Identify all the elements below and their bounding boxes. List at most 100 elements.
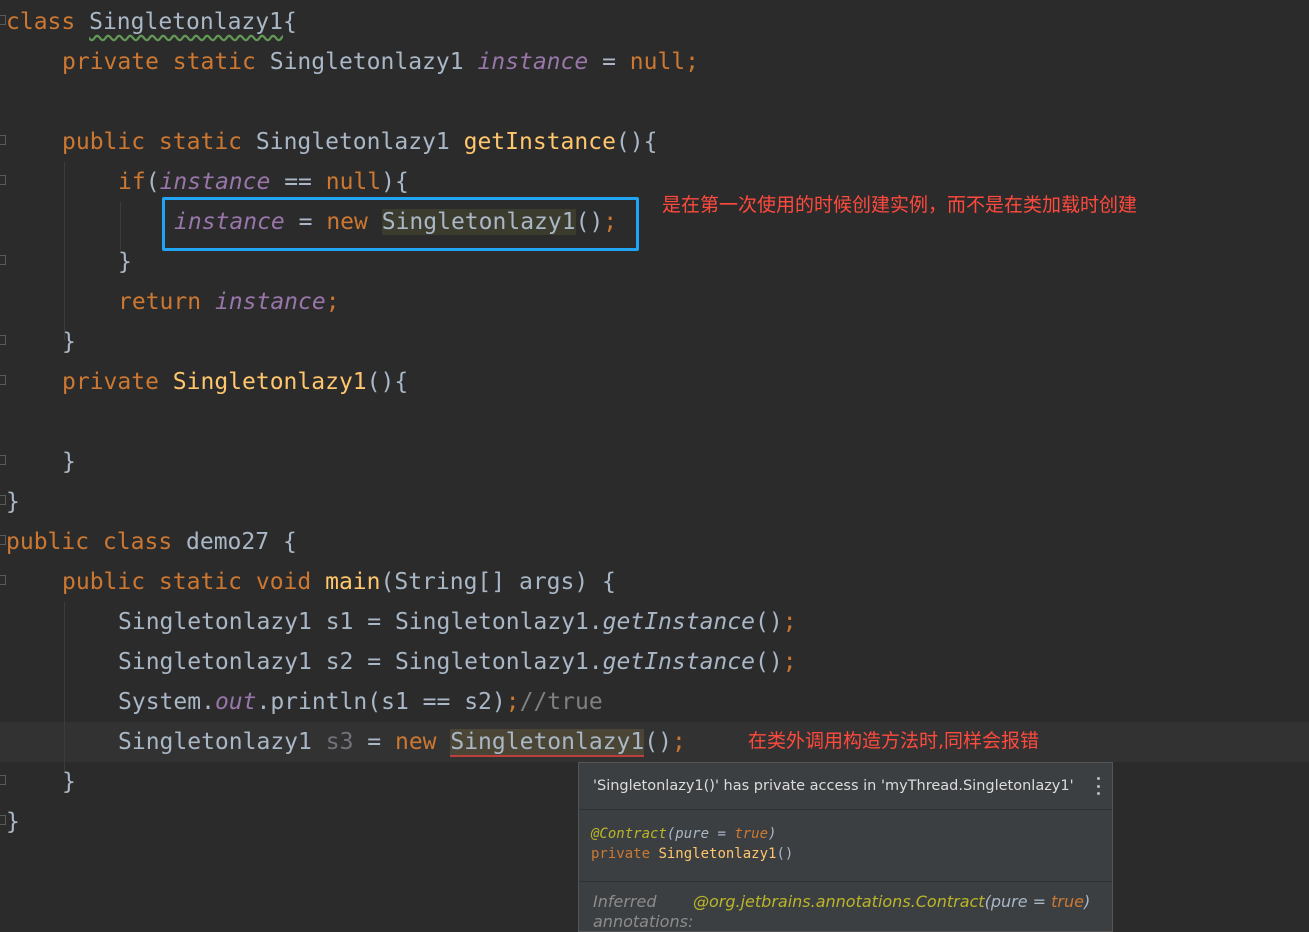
code-token: } xyxy=(6,489,20,515)
code-token: == xyxy=(270,169,326,195)
code-token: public class xyxy=(6,529,187,555)
code-token: new xyxy=(394,729,451,755)
code-text: private Singletonlazy1(){ xyxy=(62,362,408,402)
code-token: instance xyxy=(477,49,589,75)
code-token: if xyxy=(118,169,146,195)
inferred-param: pure = xyxy=(990,892,1052,911)
code-token: Singletonlazy1 xyxy=(172,369,367,395)
code-token: Singletonlazy1 xyxy=(255,129,464,155)
code-text: } xyxy=(6,802,20,842)
code-line[interactable]: } xyxy=(0,322,1309,362)
code-token: return xyxy=(118,289,215,315)
code-text: public class demo27 { xyxy=(6,522,297,562)
code-line[interactable]: Singletonlazy1 s2 = Singletonlazy1.getIn… xyxy=(0,642,1309,682)
code-token: = xyxy=(353,729,395,755)
code-token: ; xyxy=(325,289,340,315)
code-text: public static Singletonlazy1 getInstance… xyxy=(62,122,657,162)
inferred-param-value: true xyxy=(1051,892,1084,911)
code-line[interactable]: } xyxy=(0,482,1309,522)
inferred-annotation: @org.jetbrains.annotations.Contract xyxy=(693,892,985,911)
code-token: () xyxy=(644,729,672,755)
paren: ) xyxy=(768,826,777,842)
code-token: Singletonlazy1 xyxy=(118,729,326,755)
code-text: } xyxy=(62,442,76,482)
method-signature: @Contract(pure = true) private Singleton… xyxy=(579,810,1112,882)
code-text: Singletonlazy1 s3 = new Singletonlazy1()… xyxy=(118,722,686,762)
code-token: demo27 { xyxy=(186,529,297,555)
code-token: ; xyxy=(782,649,797,675)
signature-decl-line: private Singletonlazy1() xyxy=(591,844,1100,864)
code-token: Singletonlazy1 xyxy=(89,9,283,35)
error-tooltip-popup[interactable]: 'Singletonlazy1()' has private access in… xyxy=(578,762,1113,932)
annotation-note-private-ctor-error: 在类外调用构造方法时,同样会报错 xyxy=(748,730,1040,752)
code-line[interactable]: Singletonlazy1 s1 = Singletonlazy1.getIn… xyxy=(0,602,1309,642)
param-value: true xyxy=(734,826,769,842)
code-token: ; xyxy=(782,609,797,635)
code-token: getInstance xyxy=(463,129,616,155)
code-token: //true xyxy=(519,689,603,715)
code-line[interactable]: Singletonlazy1 s3 = new Singletonlazy1()… xyxy=(0,722,1309,762)
code-token: private static xyxy=(62,49,270,75)
code-token: class xyxy=(6,9,90,35)
code-token: s3 xyxy=(325,729,354,755)
code-text: private static Singletonlazy1 instance =… xyxy=(62,42,699,82)
inferred-value[interactable]: @org.jetbrains.annotations.Contract(pure… xyxy=(693,892,1090,912)
code-line[interactable]: private Singletonlazy1(){ xyxy=(0,362,1309,402)
code-token: ; xyxy=(505,689,520,715)
code-line[interactable]: } xyxy=(0,442,1309,482)
code-token: } xyxy=(62,769,76,795)
code-token: instance xyxy=(159,169,271,195)
code-token: = xyxy=(588,49,630,75)
code-line[interactable]: public static void main(String[] args) { xyxy=(0,562,1309,602)
annotation-note-lazy-init: 是在第一次使用的时候创建实例，而不是在类加载时创建 xyxy=(662,194,1138,216)
code-line[interactable]: return instance; xyxy=(0,282,1309,322)
highlight-box xyxy=(162,197,639,251)
code-token: (){ xyxy=(615,129,658,155)
code-token: } xyxy=(118,249,132,275)
code-line[interactable] xyxy=(0,402,1309,442)
equals: = xyxy=(709,826,735,842)
error-message: 'Singletonlazy1()' has private access in… xyxy=(579,763,1112,810)
paren: ) xyxy=(1083,892,1091,911)
code-line[interactable] xyxy=(0,82,1309,122)
code-line[interactable]: public static Singletonlazy1 getInstance… xyxy=(0,122,1309,162)
code-token: Singletonlazy1 xyxy=(269,49,478,75)
code-text: Singletonlazy1 s1 = Singletonlazy1.getIn… xyxy=(118,602,797,642)
parens: () xyxy=(776,846,794,862)
code-token: ){ xyxy=(381,169,409,195)
indent-guide xyxy=(64,602,65,772)
inferred-annotations: Inferred annotations: @org.jetbrains.ann… xyxy=(579,882,1112,932)
code-text: System.out.println(s1 == s2);//true xyxy=(118,682,603,722)
code-token: Singletonlazy1 xyxy=(450,729,645,757)
code-token: ( xyxy=(145,169,160,195)
code-token: Singletonlazy1 s2 = Singletonlazy1. xyxy=(118,649,603,675)
contract-annotation[interactable]: @Contract xyxy=(591,826,667,842)
code-token: { xyxy=(282,9,297,35)
code-token: } xyxy=(6,809,20,835)
code-text: } xyxy=(6,482,20,522)
code-token: ; xyxy=(685,49,700,75)
more-vertical-icon[interactable] xyxy=(1096,777,1100,795)
code-token: (String[] args) { xyxy=(380,569,616,595)
param-name: pure xyxy=(675,826,710,842)
code-token: private xyxy=(62,369,173,395)
code-text: Singletonlazy1 s2 = Singletonlazy1.getIn… xyxy=(118,642,797,682)
code-token: public static xyxy=(62,129,256,155)
code-token: Singletonlazy1 s1 = Singletonlazy1. xyxy=(118,609,603,635)
code-token: getInstance xyxy=(602,649,755,675)
code-text: class Singletonlazy1{ xyxy=(6,2,297,42)
code-line[interactable]: System.out.println(s1 == s2);//true xyxy=(0,682,1309,722)
code-text: if(instance == null){ xyxy=(118,162,409,202)
error-message-text: 'Singletonlazy1()' has private access in… xyxy=(593,778,1074,794)
indent-guide xyxy=(64,162,65,340)
inferred-label: Inferred annotations: xyxy=(593,892,694,931)
code-token: instance xyxy=(214,289,326,315)
code-token: main xyxy=(325,569,381,595)
code-line[interactable]: private static Singletonlazy1 instance =… xyxy=(0,42,1309,82)
code-token: () xyxy=(754,609,783,635)
code-token: null xyxy=(325,169,382,195)
code-token: } xyxy=(62,449,76,475)
code-line[interactable]: class Singletonlazy1{ xyxy=(0,2,1309,42)
constructor-name: Singletonlazy1 xyxy=(658,846,777,862)
code-line[interactable]: public class demo27 { xyxy=(0,522,1309,562)
